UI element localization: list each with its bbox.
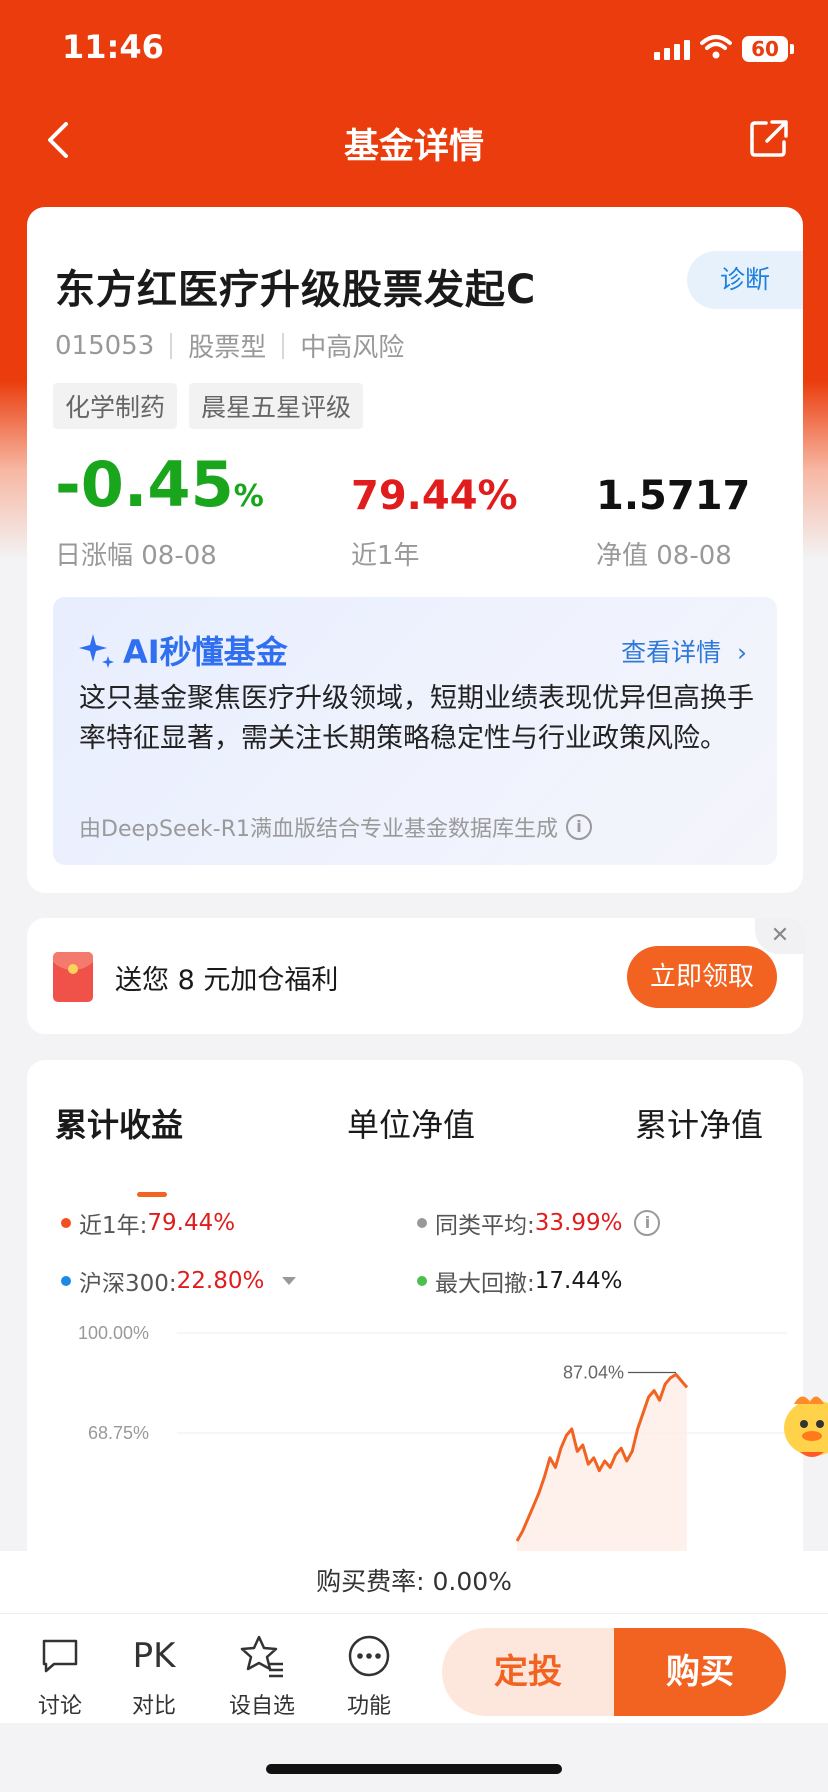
share-icon[interactable]	[748, 118, 790, 160]
fund-type: 股票型	[188, 333, 267, 363]
tab-unit-nav[interactable]: 单位净值	[347, 1100, 475, 1146]
legend-dot	[61, 1276, 71, 1286]
signal-icon	[654, 38, 690, 60]
chevron-down-icon[interactable]	[282, 1277, 297, 1285]
page-title: 基金详情	[343, 127, 484, 167]
tab-cumulative-nav[interactable]: 累计净值	[635, 1100, 763, 1146]
fund-tag[interactable]: 晨星五星评级	[189, 383, 364, 429]
ai-details-link[interactable]: 查看详情 ›	[621, 633, 747, 669]
battery-icon: 60	[742, 36, 794, 62]
buy-button[interactable]: 购买	[614, 1628, 786, 1716]
legend-1y: 近1年: 79.44%	[61, 1206, 235, 1240]
diagnose-button[interactable]: 诊断	[687, 251, 803, 309]
status-time: 11:46	[62, 28, 164, 66]
home-area	[0, 1723, 828, 1792]
status-bar: 11:46 60	[0, 0, 828, 100]
nav-stat: 1.5717 净值 08-08	[596, 469, 750, 572]
y-tick-label: 100.00%	[78, 1323, 149, 1343]
mascot-icon[interactable]	[780, 1386, 828, 1466]
more-functions-button[interactable]: 功能	[329, 1632, 409, 1720]
red-envelope-icon	[53, 952, 93, 1002]
purchase-fee: 购买费率: 0.00%	[0, 1551, 828, 1613]
legend-csi300[interactable]: 沪深300: 22.80%	[61, 1264, 297, 1298]
star-icon	[222, 1632, 302, 1680]
nav-label: 净值 08-08	[596, 541, 732, 571]
performance-tabs: 累计收益 单位净值 累计净值	[55, 1100, 775, 1197]
compare-button[interactable]: PK 对比	[114, 1632, 194, 1720]
year-return-value: 79.44%	[351, 473, 518, 519]
day-change-label: 日涨幅 08-08	[55, 541, 217, 571]
tab-cumulative-return[interactable]: 累计收益	[55, 1100, 183, 1146]
sparkle-icon	[79, 634, 114, 668]
performance-card: 累计收益 单位净值 累计净值 近1年: 79.44% 同类平均: 33.99% i …	[27, 1060, 803, 1608]
divider	[170, 332, 173, 359]
ai-summary-text: 这只基金聚焦医疗升级领域，短期业绩表现优异但高换手率特征显著，需关注长期策略稳定…	[79, 683, 754, 754]
ai-summary-box: AI秒懂基金 查看详情 › 这只基金聚焦医疗升级领域，短期业绩表现优异但高换手率…	[53, 597, 777, 865]
info-icon[interactable]: i	[565, 814, 592, 840]
info-icon[interactable]: i	[634, 1210, 661, 1236]
fund-tags: 化学制药 晨星五星评级	[53, 383, 364, 429]
sip-button[interactable]: 定投	[442, 1628, 614, 1716]
claim-button[interactable]: 立即领取	[627, 946, 777, 1008]
fund-tag[interactable]: 化学制药	[53, 383, 178, 429]
add-watchlist-button[interactable]: 设自选	[222, 1632, 302, 1720]
fund-risk: 中高风险	[300, 333, 405, 363]
day-change-value: -0.45%	[55, 448, 264, 521]
home-indicator[interactable]	[266, 1764, 562, 1774]
fund-summary-card: 东方红医疗升级股票发起C 诊断 015053 股票型 中高风险 化学制药 晨星五…	[27, 207, 803, 893]
wifi-icon	[700, 35, 732, 59]
year-return-label: 近1年	[351, 541, 420, 571]
legend-peer-average: 同类平均: 33.99% i	[417, 1206, 661, 1240]
y-tick-label: 68.75%	[88, 1423, 149, 1443]
ai-source-note: 由DeepSeek-R1满血版结合专业基金数据库生成 i	[79, 811, 592, 843]
peak-label: 87.04%	[563, 1362, 624, 1382]
nav-value: 1.5717	[596, 473, 751, 519]
ai-title: AI秒懂基金	[77, 627, 288, 673]
bottom-action-bar: 讨论 PK 对比 设自选 功能 定投 购买	[0, 1613, 828, 1723]
promo-text: 送您 8 元加仓福利	[115, 965, 339, 996]
comment-icon	[20, 1632, 100, 1680]
active-tab-indicator	[137, 1192, 167, 1197]
divider	[282, 332, 285, 359]
pk-icon: PK	[132, 1636, 176, 1676]
legend-dot	[417, 1218, 427, 1228]
promo-banner: 送您 8 元加仓福利 立即领取 ✕	[27, 918, 805, 1034]
discuss-button[interactable]: 讨论	[20, 1632, 100, 1720]
fund-code: 015053	[55, 330, 155, 361]
more-icon	[329, 1632, 409, 1680]
close-icon[interactable]: ✕	[755, 918, 805, 954]
day-change-stat: -0.45% 日涨幅 08-08	[55, 447, 264, 572]
legend-max-drawdown: 最大回撤: 17.44%	[417, 1264, 622, 1298]
legend-dot	[417, 1276, 427, 1286]
fund-name: 东方红医疗升级股票发起C	[55, 267, 537, 313]
year-return-stat: 79.44% 近1年	[351, 469, 518, 572]
legend-dot	[61, 1218, 71, 1228]
fund-meta: 015053 股票型 中高风险	[55, 327, 404, 364]
